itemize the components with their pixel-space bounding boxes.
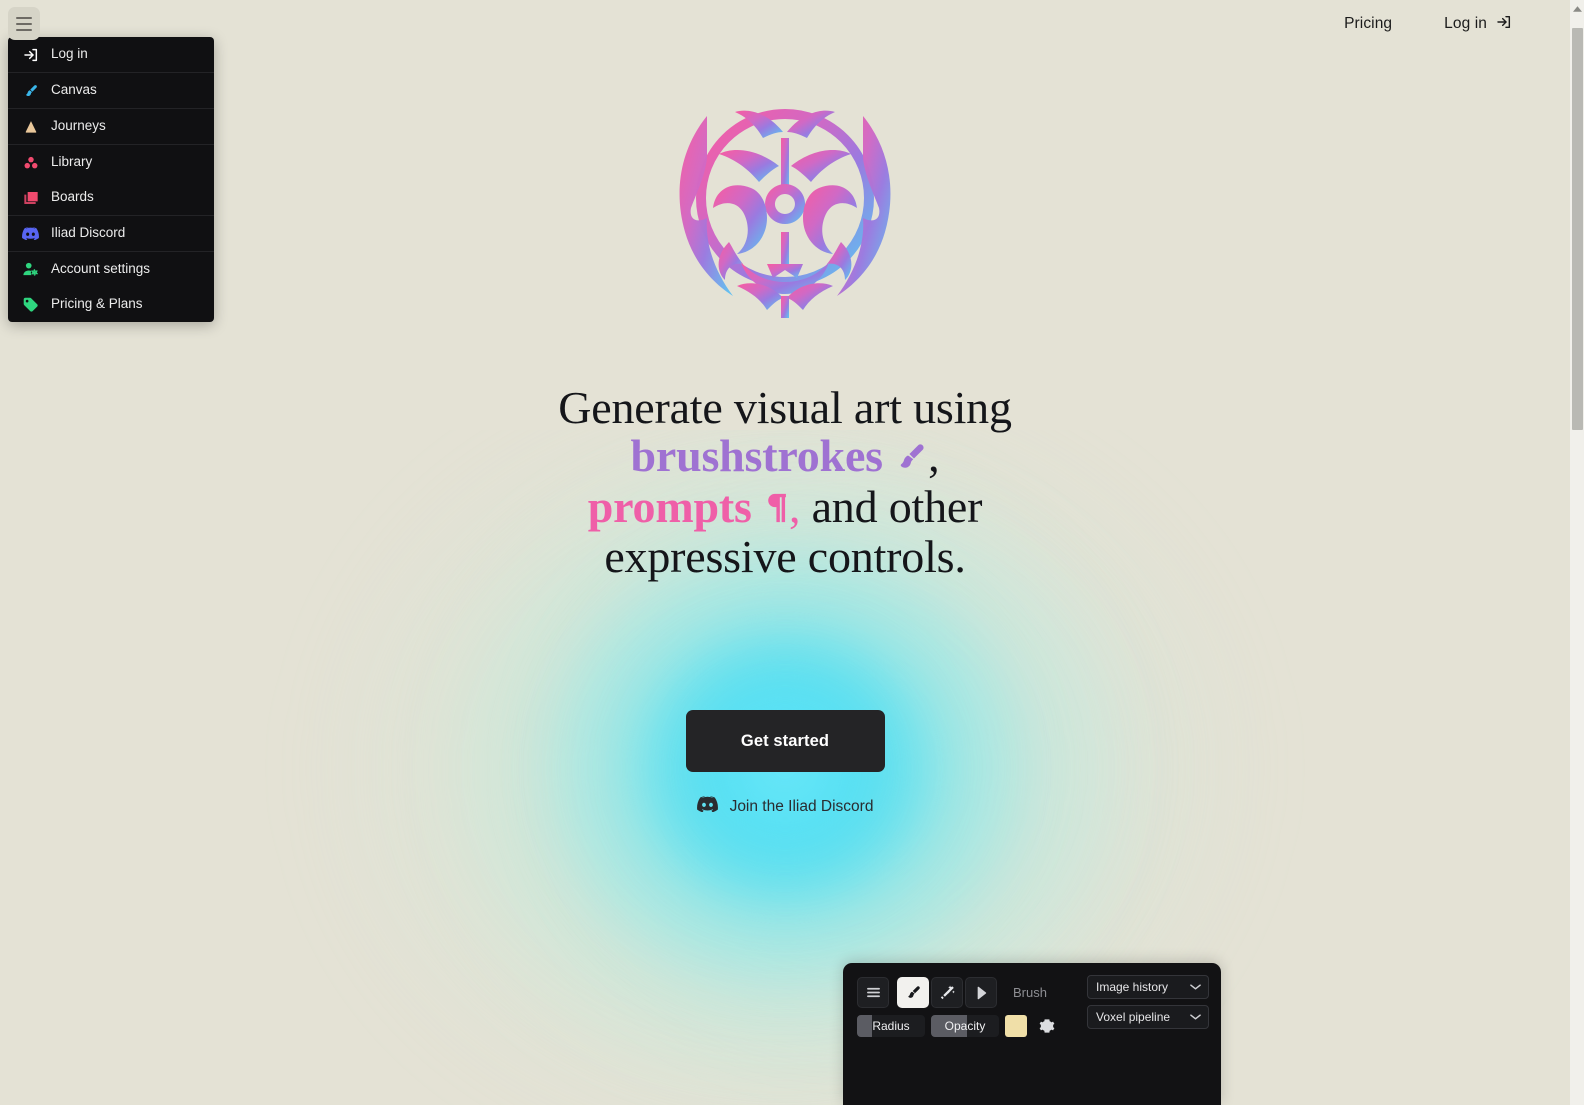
headline-line-3: prompts , and other xyxy=(587,480,983,534)
sidebar-menu: Log in Canvas Journeys Library Boards Il… xyxy=(8,37,214,322)
login-label: Log in xyxy=(1444,15,1487,32)
caret-up-icon[interactable] xyxy=(1570,2,1584,16)
price-tag-icon xyxy=(22,296,39,313)
toolbar-dropdowns: Image history Voxel pipeline xyxy=(1087,975,1209,1029)
top-header: Pricing Log in xyxy=(0,0,1570,48)
headline-line-1: Generate visual art using xyxy=(558,382,1012,433)
voxel-pipeline-dropdown[interactable]: Voxel pipeline xyxy=(1087,1005,1209,1029)
chevron-down-icon xyxy=(1190,1010,1201,1024)
scroll-thumb[interactable] xyxy=(1572,28,1583,430)
sidebar-item-journeys[interactable]: Journeys xyxy=(8,109,214,144)
image-stack-icon xyxy=(22,189,39,206)
sidebar-item-label: Journeys xyxy=(51,118,106,134)
headline-line-2: brushstrokes , xyxy=(630,429,940,483)
sidebar-group-canvas: Canvas xyxy=(8,73,214,109)
sidebar-item-pricing-plans[interactable]: Pricing & Plans xyxy=(8,287,214,322)
sidebar-item-library[interactable]: Library xyxy=(8,145,214,180)
brush-tool-button[interactable] xyxy=(897,977,929,1008)
page-scrollbar[interactable] xyxy=(1570,0,1584,1105)
paintbrush-icon xyxy=(894,435,928,483)
sidebar-item-label: Canvas xyxy=(51,82,97,98)
radius-slider-fill xyxy=(857,1015,872,1037)
sidebar-group-auth: Log in xyxy=(8,37,214,73)
sidebar-item-label: Pricing & Plans xyxy=(51,296,143,312)
sidebar-item-iliad-discord[interactable]: Iliad Discord xyxy=(8,216,214,251)
image-history-label: Image history xyxy=(1096,980,1169,994)
headline-line-3-tail: and other xyxy=(800,480,983,532)
image-history-dropdown[interactable]: Image history xyxy=(1087,975,1209,999)
pricing-link[interactable]: Pricing xyxy=(1344,15,1392,33)
pilcrow-icon xyxy=(763,486,789,534)
join-discord-label: Join the Iliad Discord xyxy=(729,797,874,815)
toolbar-menu-button[interactable] xyxy=(857,977,889,1008)
discord-icon xyxy=(22,225,39,242)
canvas-toolbar: Brush Radius Opacity Image history Voxel… xyxy=(843,963,1221,1105)
sidebar-group-journeys: Journeys xyxy=(8,109,214,145)
sidebar-group-account: Account settings Pricing & Plans xyxy=(8,252,214,322)
pricing-label: Pricing xyxy=(1344,15,1393,32)
headline-line-4: expressive controls. xyxy=(604,531,966,583)
sidebar-item-label: Log in xyxy=(51,46,88,62)
user-gear-icon xyxy=(22,261,39,278)
headline-brush-word: brushstrokes xyxy=(630,429,883,481)
sidebar-item-canvas[interactable]: Canvas xyxy=(8,73,214,108)
cursor-tool-button[interactable] xyxy=(965,977,997,1008)
sidebar-group-content: Library Boards xyxy=(8,145,214,216)
discord-icon xyxy=(696,796,718,817)
iliad-mandala-logo xyxy=(655,72,915,334)
voxel-pipeline-label: Voxel pipeline xyxy=(1096,1010,1171,1024)
opacity-slider[interactable]: Opacity xyxy=(931,1015,999,1037)
hamburger-icon[interactable] xyxy=(8,7,40,40)
sidebar-item-label: Account settings xyxy=(51,261,151,277)
paintbrush-icon xyxy=(22,82,39,99)
color-swatch[interactable] xyxy=(1005,1015,1027,1037)
sail-triangle-icon xyxy=(22,118,39,135)
headline-prompt-word: prompts xyxy=(587,480,752,532)
radius-slider[interactable]: Radius xyxy=(857,1015,925,1037)
sidebar-item-boards[interactable]: Boards xyxy=(8,180,214,215)
magic-wand-tool-button[interactable] xyxy=(931,977,963,1008)
hero-section: Generate visual art using brushstrokes ,… xyxy=(0,0,1570,1105)
sidebar-group-community: Iliad Discord xyxy=(8,216,214,252)
molecule-icon xyxy=(22,154,39,171)
join-discord-link[interactable]: Join the Iliad Discord xyxy=(696,796,874,817)
active-tool-label: Brush xyxy=(1013,985,1047,1000)
opacity-label: Opacity xyxy=(944,1019,986,1033)
sidebar-item-log-in[interactable]: Log in xyxy=(8,37,214,72)
chevron-down-icon xyxy=(1190,980,1201,994)
radius-label: Radius xyxy=(872,1019,910,1033)
login-link[interactable]: Log in xyxy=(1444,14,1512,35)
gear-icon[interactable] xyxy=(1039,1018,1055,1034)
login-arrow-icon xyxy=(22,46,39,63)
sidebar-item-account-settings[interactable]: Account settings xyxy=(8,252,214,287)
sidebar-item-label: Library xyxy=(51,154,93,170)
sidebar-item-label: Iliad Discord xyxy=(51,225,126,241)
get-started-button[interactable]: Get started xyxy=(685,710,885,773)
page-title: Generate visual art using brushstrokes ,… xyxy=(558,384,1012,581)
login-arrow-icon xyxy=(1496,14,1512,35)
sidebar-item-label: Boards xyxy=(51,189,94,205)
